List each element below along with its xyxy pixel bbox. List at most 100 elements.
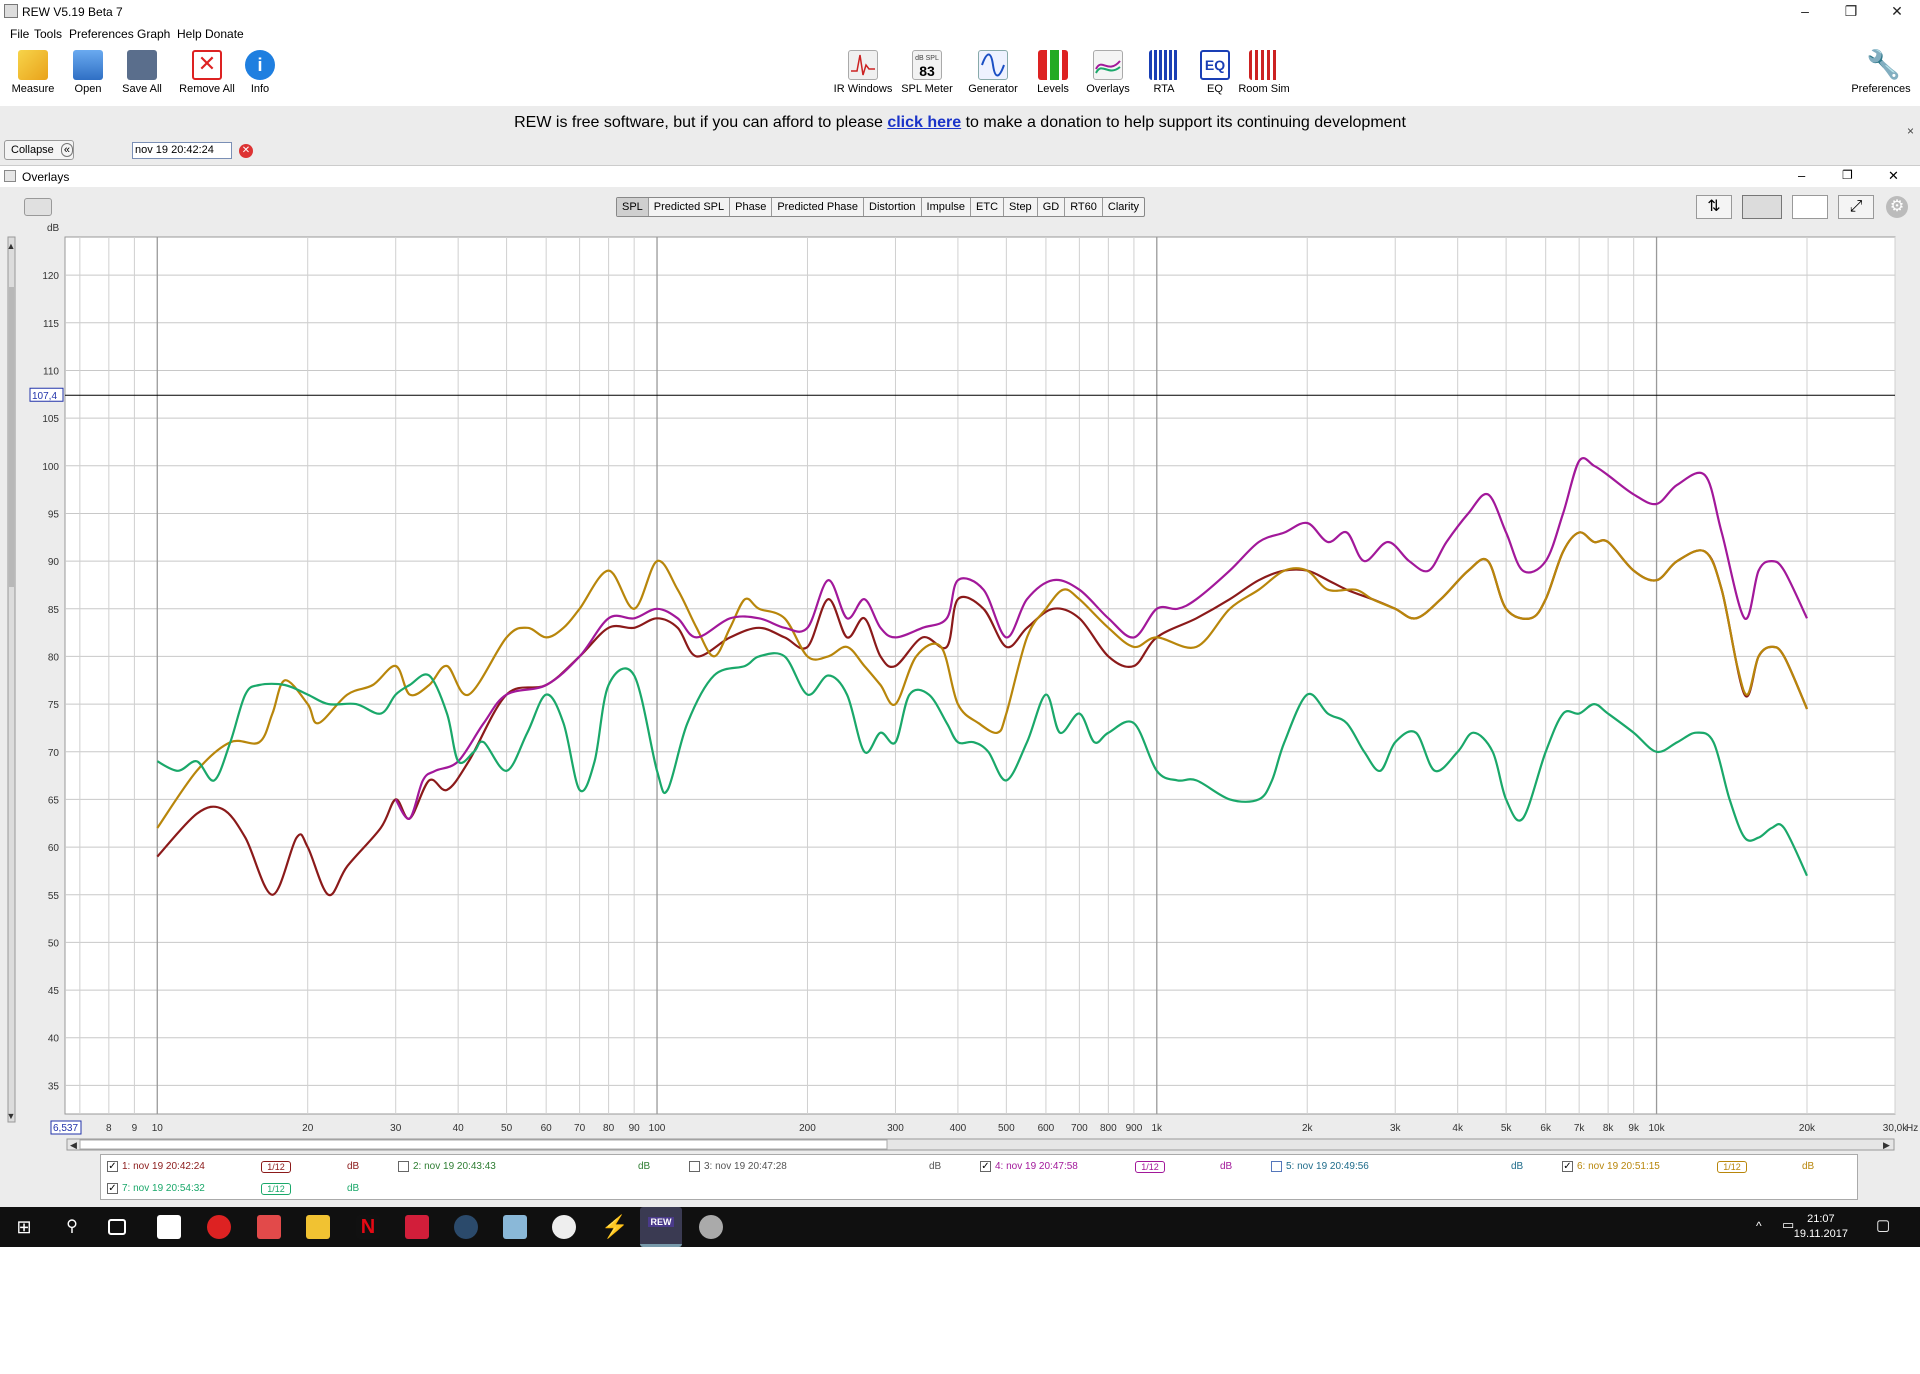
measure-button[interactable]: Measure: [3, 50, 63, 95]
start-icon[interactable]: ⊞: [12, 1215, 36, 1239]
x-tick-label: 7k: [1574, 1123, 1586, 1134]
media-app-icon[interactable]: [405, 1215, 429, 1239]
close-button[interactable]: ✕: [1874, 0, 1920, 22]
x-tick-label: 6k: [1540, 1123, 1552, 1134]
horizontal-scroll-thumb[interactable]: [79, 1139, 888, 1150]
save-all-button[interactable]: Save All: [112, 50, 172, 95]
legend-checkbox-3[interactable]: [689, 1160, 700, 1172]
measurement-bar: Collapse « nov 19 20:42:24 ✕: [0, 140, 1920, 165]
menu-file[interactable]: File: [10, 27, 29, 41]
menu-donate[interactable]: Donate: [205, 27, 244, 41]
spl-meter-button[interactable]: dB SPL 83 SPL Meter: [897, 50, 957, 95]
open-label: Open: [74, 83, 102, 95]
legend-label-2: 2: nov 19 20:43:43: [413, 1161, 496, 1172]
ir-windows-button[interactable]: IR Windows: [833, 50, 893, 95]
overlays-window-icon: [4, 170, 16, 182]
taskbar-clock[interactable]: 21:07 19.11.2017: [1794, 1212, 1848, 1242]
legend-checkbox-1[interactable]: ✓: [107, 1160, 118, 1172]
x-tick-label: 9: [132, 1123, 138, 1134]
smoothing-badge-1[interactable]: 1/12: [261, 1161, 291, 1173]
rew-taskbar-button[interactable]: REW: [640, 1207, 682, 1247]
task-view-icon[interactable]: [108, 1219, 126, 1235]
smoothing-badge-7[interactable]: 1/12: [261, 1183, 291, 1195]
network-icon[interactable]: ▭: [1782, 1217, 1794, 1233]
store-icon[interactable]: [157, 1215, 181, 1239]
x-tick-label: 5k: [1501, 1123, 1513, 1134]
overlays-close-button[interactable]: ✕: [1888, 168, 1899, 184]
fox-app-icon[interactable]: [552, 1215, 576, 1239]
smoothing-badge-6[interactable]: 1/12: [1717, 1161, 1747, 1173]
scroll-down-icon[interactable]: ▼: [7, 1111, 16, 1121]
legend-item-2[interactable]: 2: nov 19 20:43:43: [398, 1158, 496, 1176]
legend-item-3[interactable]: 3: nov 19 20:47:28: [689, 1158, 787, 1176]
generator-button[interactable]: Generator: [963, 50, 1023, 95]
x-tick-label: 200: [799, 1123, 816, 1134]
y-tick-label: 100: [42, 462, 59, 473]
y-tick-label: 40: [48, 1034, 60, 1045]
preferences-button[interactable]: 🔧 Preferences: [1848, 50, 1914, 96]
overlays-minimize-button[interactable]: –: [1798, 168, 1805, 183]
scroll-left-icon[interactable]: ◀: [70, 1140, 77, 1150]
legend-item-6[interactable]: ✓ 6: nov 19 20:51:15: [1562, 1158, 1660, 1176]
scroll-up-icon[interactable]: ▲: [7, 241, 16, 251]
menu-tools[interactable]: Tools: [34, 27, 62, 41]
x-tick-label: 900: [1126, 1123, 1143, 1134]
legend-checkbox-5[interactable]: [1271, 1160, 1282, 1172]
donation-link[interactable]: click here: [887, 114, 961, 131]
search-icon[interactable]: ⚲: [60, 1215, 84, 1239]
overlays-button[interactable]: Overlays: [1078, 50, 1138, 95]
menu-graph[interactable]: Graph: [137, 27, 170, 41]
x-tick-label: 8: [106, 1123, 112, 1134]
tray-chevron-icon[interactable]: ^: [1756, 1219, 1762, 1233]
notification-icon[interactable]: ▢: [1876, 1216, 1890, 1234]
steam-icon[interactable]: [454, 1215, 478, 1239]
scroll-right-icon[interactable]: ▶: [1883, 1140, 1890, 1150]
legend-label-3: 3: nov 19 20:47:28: [704, 1161, 787, 1172]
vertical-scroll-thumb[interactable]: [9, 287, 14, 587]
legend-unit-1: dB: [347, 1161, 360, 1172]
info-button[interactable]: i Info: [230, 50, 290, 95]
plot-area[interactable]: [64, 236, 1896, 1115]
legend-checkbox-6[interactable]: ✓: [1562, 1160, 1573, 1172]
vivaldi-icon[interactable]: [207, 1215, 231, 1239]
legend-checkbox-7[interactable]: ✓: [107, 1182, 118, 1194]
legend-unit-4: dB: [1220, 1161, 1233, 1172]
y-tick-label: 75: [48, 700, 60, 711]
x-tick-label: 30,0k: [1883, 1123, 1908, 1134]
netflix-icon[interactable]: N: [356, 1215, 380, 1239]
menu-help[interactable]: Help: [177, 27, 202, 41]
measurement-name-field[interactable]: nov 19 20:42:24: [132, 142, 232, 159]
delete-measurement-icon[interactable]: ✕: [239, 144, 253, 158]
menu-preferences[interactable]: Preferences: [69, 27, 134, 41]
smoothing-badge-4[interactable]: 1/12: [1135, 1161, 1165, 1173]
collapse-label: Collapse: [11, 144, 54, 156]
legend-item-7[interactable]: ✓ 7: nov 19 20:54:32: [107, 1180, 205, 1198]
remove-all-label: Remove All: [179, 83, 235, 95]
mail-icon[interactable]: [257, 1215, 281, 1239]
legend-item-4[interactable]: ✓ 4: nov 19 20:47:58: [980, 1158, 1078, 1176]
y-tick-label: 70: [48, 748, 60, 759]
lightning-icon[interactable]: ⚡: [601, 1215, 628, 1239]
rta-icon: [1149, 50, 1179, 80]
levels-button[interactable]: Levels: [1023, 50, 1083, 95]
open-button[interactable]: Open: [58, 50, 118, 95]
app-icon-blue[interactable]: [503, 1215, 527, 1239]
remove-all-button[interactable]: ✕ Remove All: [177, 50, 237, 95]
minimize-button[interactable]: –: [1782, 0, 1828, 22]
window-title: REW V5.19 Beta 7: [22, 5, 123, 19]
overlays-restore-button[interactable]: ❐: [1842, 168, 1853, 182]
restore-button[interactable]: ❐: [1828, 0, 1874, 22]
x-axis-ticks: 8 9 10 20 30 40 50 60 70 80 90 100 200 300 400 500 600 70…: [106, 1123, 1908, 1134]
legend-checkbox-2[interactable]: [398, 1160, 409, 1172]
legend-item-5[interactable]: 5: nov 19 20:49:56: [1271, 1158, 1369, 1176]
x-tick-label: 10: [152, 1123, 164, 1134]
collapse-button[interactable]: Collapse «: [4, 140, 74, 160]
room-sim-button[interactable]: Room Sim: [1234, 50, 1294, 95]
file-explorer-icon[interactable]: [306, 1215, 330, 1239]
settings-app-icon[interactable]: [699, 1215, 723, 1239]
info-icon: i: [245, 50, 275, 80]
spl-meter-label: SPL Meter: [901, 83, 953, 95]
legend-item-1[interactable]: ✓ 1: nov 19 20:42:24: [107, 1158, 205, 1176]
x-tick-label: 90: [629, 1123, 641, 1134]
legend-checkbox-4[interactable]: ✓: [980, 1160, 991, 1172]
